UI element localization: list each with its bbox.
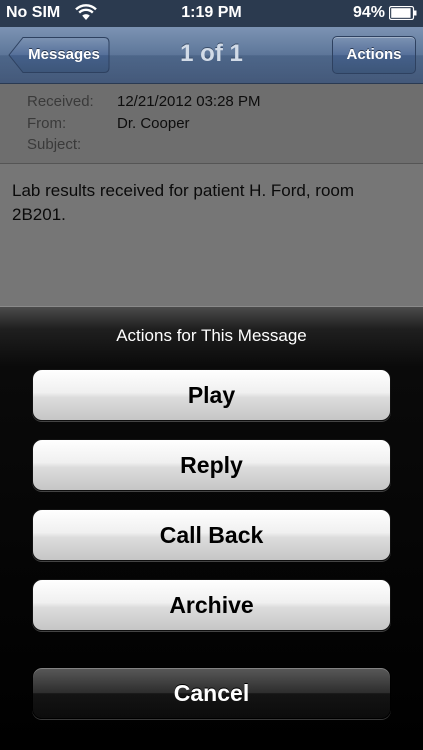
battery-percent: 94% — [352, 4, 385, 21]
action-sheet: Actions for This Message Play Reply Call… — [0, 306, 423, 750]
message-body: Lab results received for patient H. Ford… — [0, 164, 423, 306]
action-sheet-title: Actions for This Message — [116, 326, 307, 345]
received-row: Received: 12/21/2012 03:28 PM — [0, 93, 423, 113]
received-value: 12/21/2012 03:28 PM — [117, 93, 261, 110]
status-bar: No SIM 1:19 PM 94% — [0, 0, 423, 27]
subject-label: Subject: — [27, 136, 82, 153]
back-button-label: Messages — [28, 46, 100, 63]
message-header: Received: 12/21/2012 03:28 PM From: Dr. … — [0, 84, 423, 164]
navigation-bar: Messages 1 of 1 Actions — [0, 27, 423, 84]
reply-button[interactable]: Reply — [32, 439, 391, 491]
back-button-messages[interactable]: Messages — [8, 36, 110, 74]
archive-button[interactable]: Archive — [32, 579, 391, 631]
play-button[interactable]: Play — [32, 369, 391, 421]
call-back-button[interactable]: Call Back — [32, 509, 391, 561]
battery-icon — [389, 6, 417, 20]
from-row: From: Dr. Cooper — [0, 115, 423, 135]
actions-button[interactable]: Actions — [332, 36, 416, 74]
page-title: 1 of 1 — [180, 40, 243, 67]
received-label: Received: — [27, 93, 94, 110]
message-text: Lab results received for patient H. Ford… — [12, 181, 355, 224]
subject-row: Subject: — [0, 136, 423, 156]
from-label: From: — [27, 115, 67, 132]
from-value: Dr. Cooper — [117, 115, 190, 132]
cancel-button[interactable]: Cancel — [32, 667, 391, 719]
